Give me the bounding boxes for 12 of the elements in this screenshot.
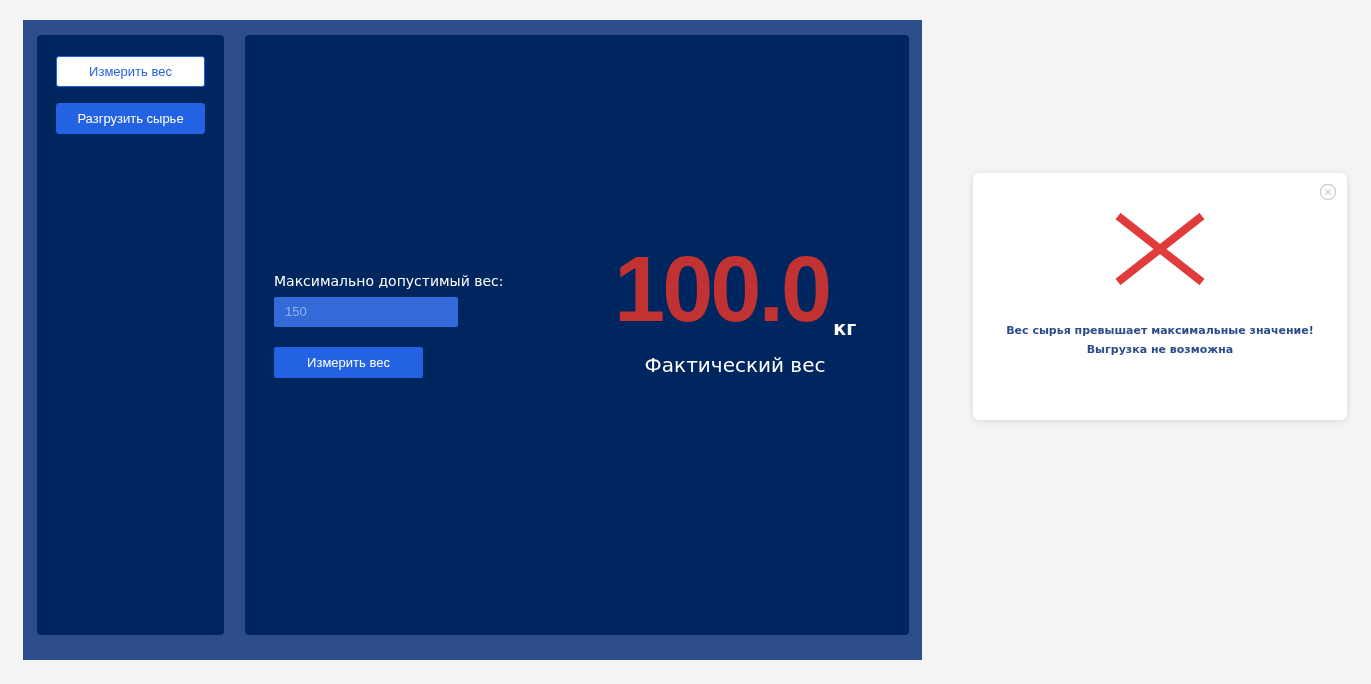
measure-button[interactable]: Измерить вес xyxy=(274,346,423,378)
close-icon[interactable] xyxy=(1319,183,1337,201)
sidebar-button[interactable]: Разгрузить сырье xyxy=(56,103,205,134)
weight-caption: Фактический вес xyxy=(644,353,826,377)
weight-value: 100.0 xyxy=(614,243,830,335)
alert-message: Выгрузка не возможна xyxy=(1086,342,1234,358)
alert-message: Вес сырья превышает максимальные значение! xyxy=(1006,323,1314,339)
error-cross-icon xyxy=(1115,213,1205,285)
field-label: Максимально допустимый вес: xyxy=(274,272,505,289)
sidebar-button[interactable]: Измерить вес xyxy=(56,56,205,87)
weight-unit: кг xyxy=(833,317,857,339)
input-field[interactable]: 150 xyxy=(274,296,458,327)
